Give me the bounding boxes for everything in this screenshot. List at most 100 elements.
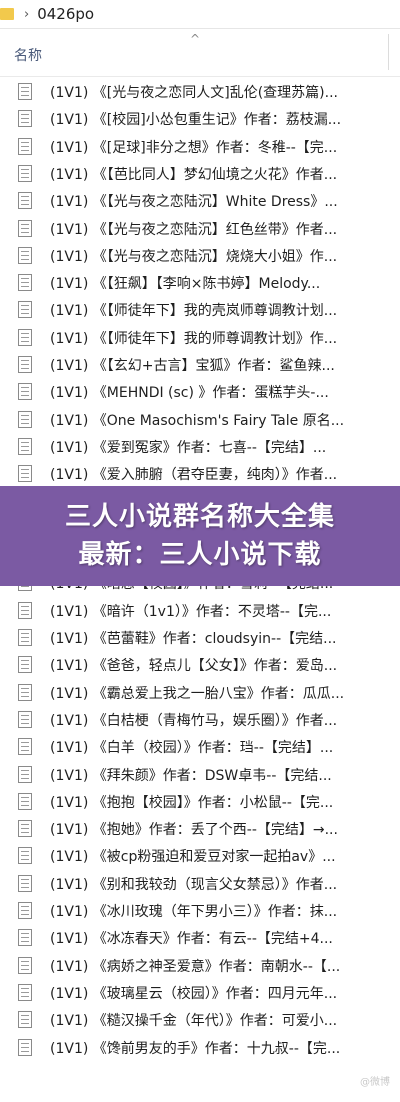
file-name: (1V1) 《爱到冤家》作者：七喜--【完结】... <box>50 439 327 456</box>
text-file-icon <box>18 465 32 483</box>
text-file-icon <box>18 437 32 455</box>
file-name: (1V1) 《[足球]非分之想》作者：冬稚--【完... <box>50 139 338 156</box>
text-file-icon <box>18 738 32 756</box>
column-name-header[interactable]: 名称 <box>14 45 42 65</box>
file-row[interactable]: (1V1) 《One Masochism's Fairy Tale 原名... <box>0 406 400 433</box>
file-name: (1V1) 《【芭比同人】梦幻仙境之火花》作者... <box>50 166 338 183</box>
file-name: (1V1) 《白羊（校园）》作者：珰--【完结】... <box>50 740 334 757</box>
file-row[interactable]: (1V1) 《白桔梗（青梅竹马，娱乐圈）》作者... <box>0 706 400 733</box>
banner-subtitle: 最新：三人小说下载 <box>78 540 322 570</box>
text-file-icon <box>18 874 32 892</box>
file-name: (1V1) 《【师徒年下】我的壳岚师尊调教计划... <box>50 303 338 320</box>
file-name: (1V1) 《拜朱颜》作者：DSW卓韦--【完结... <box>50 767 332 784</box>
file-row[interactable]: (1V1) 《爱到冤家》作者：七喜--【完结】... <box>0 433 400 460</box>
file-row[interactable]: (1V1) 《MEHNDI (sc) 》作者：蛋糕芋头-... <box>0 378 400 405</box>
file-row[interactable]: (1V1) 《芭蕾鞋》作者：cloudsyin--【完结... <box>0 624 400 651</box>
file-row[interactable]: (1V1) 《病娇之神圣爱意》作者：南朝水--【... <box>0 952 400 979</box>
text-file-icon <box>18 164 32 182</box>
file-row[interactable]: (1V1) 《爸爸，轻点儿【父女】》作者：爱岛... <box>0 651 400 678</box>
file-name: (1V1) 《爱入肺腑（君夺臣妻，纯肉）》作者... <box>50 467 338 484</box>
file-name: (1V1) 《白桔梗（青梅竹马，娱乐圈）》作者... <box>50 712 338 729</box>
watermark: @微博 <box>360 1077 390 1088</box>
sort-ascending-icon[interactable]: ^ <box>190 32 200 46</box>
file-row[interactable]: (1V1) 《[足球]非分之想》作者：冬稚--【完... <box>0 133 400 160</box>
file-name: (1V1) 《【光与夜之恋陆沉】红色丝带》作者... <box>50 221 338 238</box>
file-name: (1V1) 《爸爸，轻点儿【父女】》作者：爱岛... <box>50 658 338 675</box>
file-name: (1V1) 《【光与夜之恋陆沉】White Dress》... <box>50 194 338 211</box>
breadcrumb-folder[interactable]: 0426po <box>37 5 94 23</box>
file-name: (1V1) 《霸总爱上我之一胎八宝》作者：瓜瓜... <box>50 685 345 702</box>
file-row[interactable]: (1V1) 《抱抱【校园】》作者：小松鼠--【完... <box>0 788 400 815</box>
file-name: (1V1) 《糙汉操千金（年代）》作者：可爱小... <box>50 1013 338 1030</box>
promo-banner: 三人小说群名称大全集 最新：三人小说下载 <box>0 486 400 586</box>
text-file-icon <box>18 383 32 401</box>
file-row[interactable]: (1V1) 《糙汉操千金（年代）》作者：可爱小... <box>0 1006 400 1033</box>
file-name: (1V1) 《抱她》作者：丢了个西--【完结】→... <box>50 822 338 839</box>
text-file-icon <box>18 410 32 428</box>
text-file-icon <box>18 110 32 128</box>
text-file-icon <box>18 1011 32 1029</box>
text-file-icon <box>18 83 32 100</box>
text-file-icon <box>18 710 32 728</box>
file-name: (1V1) 《【玄幻+古言】宝狐》作者：鲨鱼辣... <box>50 358 335 374</box>
file-row[interactable]: (1V1) 《冰冻春天》作者：有云--【完结+4... <box>0 924 400 951</box>
file-row[interactable]: (1V1) 《[校园]小怂包重生记》作者：荔枝漏... <box>0 105 400 132</box>
file-name: (1V1) 《抱抱【校园】》作者：小松鼠--【完... <box>50 794 334 811</box>
file-row[interactable]: (1V1) 《【师徒年下】我的师尊调教计划》作... <box>0 324 400 351</box>
file-row[interactable]: (1V1) 《[光与夜之恋同人文]乱伦(查理苏篇)... <box>0 78 400 105</box>
text-file-icon <box>18 956 32 974</box>
file-name: (1V1) 《[校园]小怂包重生记》作者：荔枝漏... <box>50 112 342 129</box>
file-name: (1V1) 《【师徒年下】我的师尊调教计划》作... <box>50 330 338 347</box>
text-file-icon <box>18 137 32 155</box>
file-name: (1V1) 《被cp粉强迫和爱豆对家一起拍av》... <box>50 849 336 866</box>
text-file-icon <box>18 274 32 292</box>
file-row[interactable]: (1V1) 《暗许（1v1）》作者：不灵塔--【完... <box>0 597 400 624</box>
text-file-icon <box>18 219 32 237</box>
file-name: (1V1) 《冰冻春天》作者：有云--【完结+4... <box>50 931 333 948</box>
text-file-icon <box>18 765 32 783</box>
file-name: (1V1) 《冰川玫瑰（年下男小三）》作者：抹... <box>50 904 338 920</box>
file-row[interactable]: (1V1) 《白羊（校园）》作者：珰--【完结】... <box>0 733 400 760</box>
text-file-icon <box>18 356 32 373</box>
file-name: (1V1) 《MEHNDI (sc) 》作者：蛋糕芋头-... <box>50 385 329 402</box>
text-file-icon <box>18 1038 32 1056</box>
file-name: (1V1) 《芭蕾鞋》作者：cloudsyin--【完结... <box>50 631 337 647</box>
text-file-icon <box>18 792 32 810</box>
banner-title: 三人小说群名称大全集 <box>64 502 335 532</box>
chevron-right-icon: › <box>24 6 30 22</box>
file-row[interactable]: (1V1) 《【芭比同人】梦幻仙境之火花》作者... <box>0 160 400 187</box>
file-row[interactable]: (1V1) 《霸总爱上我之一胎八宝》作者：瓜瓜... <box>0 679 400 706</box>
text-file-icon <box>18 847 32 865</box>
file-row[interactable]: (1V1) 《【光与夜之恋陆沉】红色丝带》作者... <box>0 215 400 242</box>
file-row[interactable]: (1V1) 《【师徒年下】我的壳岚师尊调教计划... <box>0 296 400 323</box>
file-name: (1V1) 《暗许（1v1）》作者：不灵塔--【完... <box>50 603 332 620</box>
file-name: (1V1) 《One Masochism's Fairy Tale 原名... <box>50 412 345 429</box>
text-file-icon <box>18 301 32 319</box>
text-file-icon <box>18 820 32 838</box>
file-name: (1V1) 《病娇之神圣爱意》作者：南朝水--【... <box>50 958 341 975</box>
text-file-icon <box>18 328 32 346</box>
file-row[interactable]: (1V1) 《【玄幻+古言】宝狐》作者：鲨鱼辣... <box>0 351 400 378</box>
text-file-icon <box>18 192 32 210</box>
file-row[interactable]: (1V1) 《【光与夜之恋陆沉】烧烧大小姐》作... <box>0 242 400 269</box>
file-row[interactable]: (1V1) 《抱她》作者：丢了个西--【完结】→... <box>0 815 400 842</box>
file-row[interactable]: (1V1) 《【狂飙】【李响×陈书婷】Melody... <box>0 269 400 296</box>
file-name: (1V1) 《玻璃星云（校园）》作者：四月元年... <box>50 985 338 1002</box>
text-file-icon <box>18 656 32 674</box>
file-row[interactable]: (1V1) 《馋前男友的手》作者：十九叔--【完... <box>0 1034 400 1061</box>
file-row[interactable]: (1V1) 《拜朱颜》作者：DSW卓韦--【完结... <box>0 761 400 788</box>
file-row[interactable]: (1V1) 《【光与夜之恋陆沉】White Dress》... <box>0 187 400 214</box>
column-divider[interactable] <box>388 34 389 70</box>
file-row[interactable]: (1V1) 《被cp粉强迫和爱豆对家一起拍av》... <box>0 842 400 869</box>
text-file-icon <box>18 629 32 646</box>
text-file-icon <box>18 246 32 264</box>
address-bar: › 0426po <box>0 0 400 29</box>
file-row[interactable]: (1V1) 《别和我较劲（现言父女禁忌）》作者... <box>0 870 400 897</box>
file-row[interactable]: (1V1) 《冰川玫瑰（年下男小三）》作者：抹... <box>0 897 400 924</box>
text-file-icon <box>18 601 32 619</box>
file-name: (1V1) 《[光与夜之恋同人文]乱伦(查理苏篇)... <box>50 85 338 101</box>
file-row[interactable]: (1V1) 《玻璃星云（校园）》作者：四月元年... <box>0 979 400 1006</box>
text-file-icon <box>18 683 32 701</box>
file-row[interactable]: (1V1) 《爱入肺腑（君夺臣妻，纯肉）》作者... <box>0 460 400 487</box>
text-file-icon <box>18 983 32 1001</box>
